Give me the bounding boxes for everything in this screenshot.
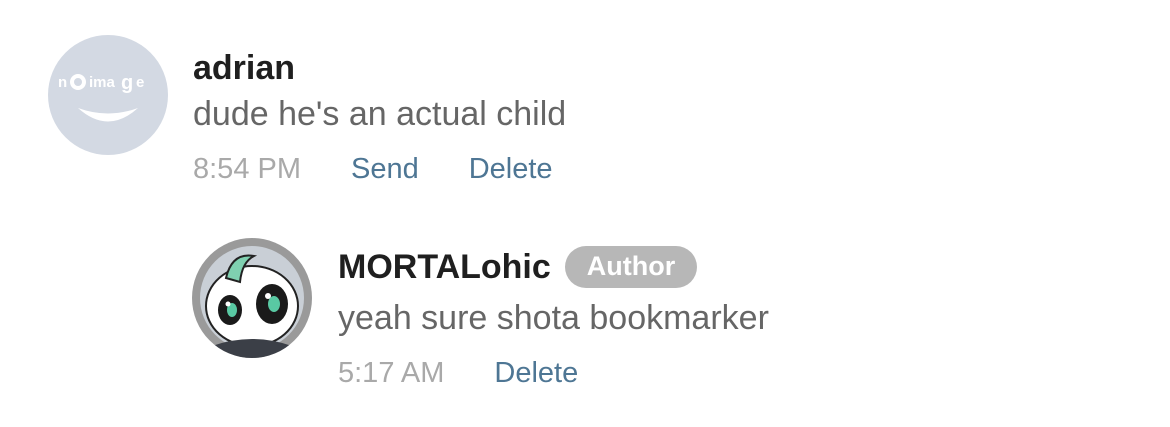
avatar-character[interactable] [192, 238, 312, 358]
comment-header: MORTALohic Author [338, 246, 698, 288]
svg-text:n: n [58, 74, 67, 91]
author-badge: Author [564, 246, 698, 288]
username[interactable]: MORTALohic [338, 250, 551, 284]
no-image-placeholder-icon: n ima g e [58, 72, 144, 122]
svg-text:ima: ima [89, 74, 116, 91]
username[interactable]: adrian [193, 51, 295, 85]
comment-text: yeah sure shota bookmarker [338, 299, 769, 337]
comment-adrian: n ima g e adrian dude he's an actual chi… [0, 0, 1170, 200]
timestamp: 8:54 PM [193, 153, 301, 185]
delete-button[interactable]: Delete [469, 155, 553, 184]
send-button[interactable]: Send [351, 155, 419, 184]
svg-text:e: e [136, 74, 144, 91]
comment-header: adrian [193, 51, 295, 85]
delete-button[interactable]: Delete [494, 359, 578, 388]
comment-text: dude he's an actual child [193, 95, 567, 133]
comment-meta: 8:54 PM Send Delete [193, 155, 553, 184]
comment-meta: 5:17 AM Delete [338, 359, 578, 388]
character-avatar-icon [192, 238, 312, 358]
avatar-no-image[interactable]: n ima g e [48, 35, 168, 155]
timestamp: 5:17 AM [338, 357, 445, 389]
svg-text:g: g [121, 72, 133, 94]
comment-mortalohic: MORTALohic Author yeah sure shota bookma… [0, 200, 1170, 427]
